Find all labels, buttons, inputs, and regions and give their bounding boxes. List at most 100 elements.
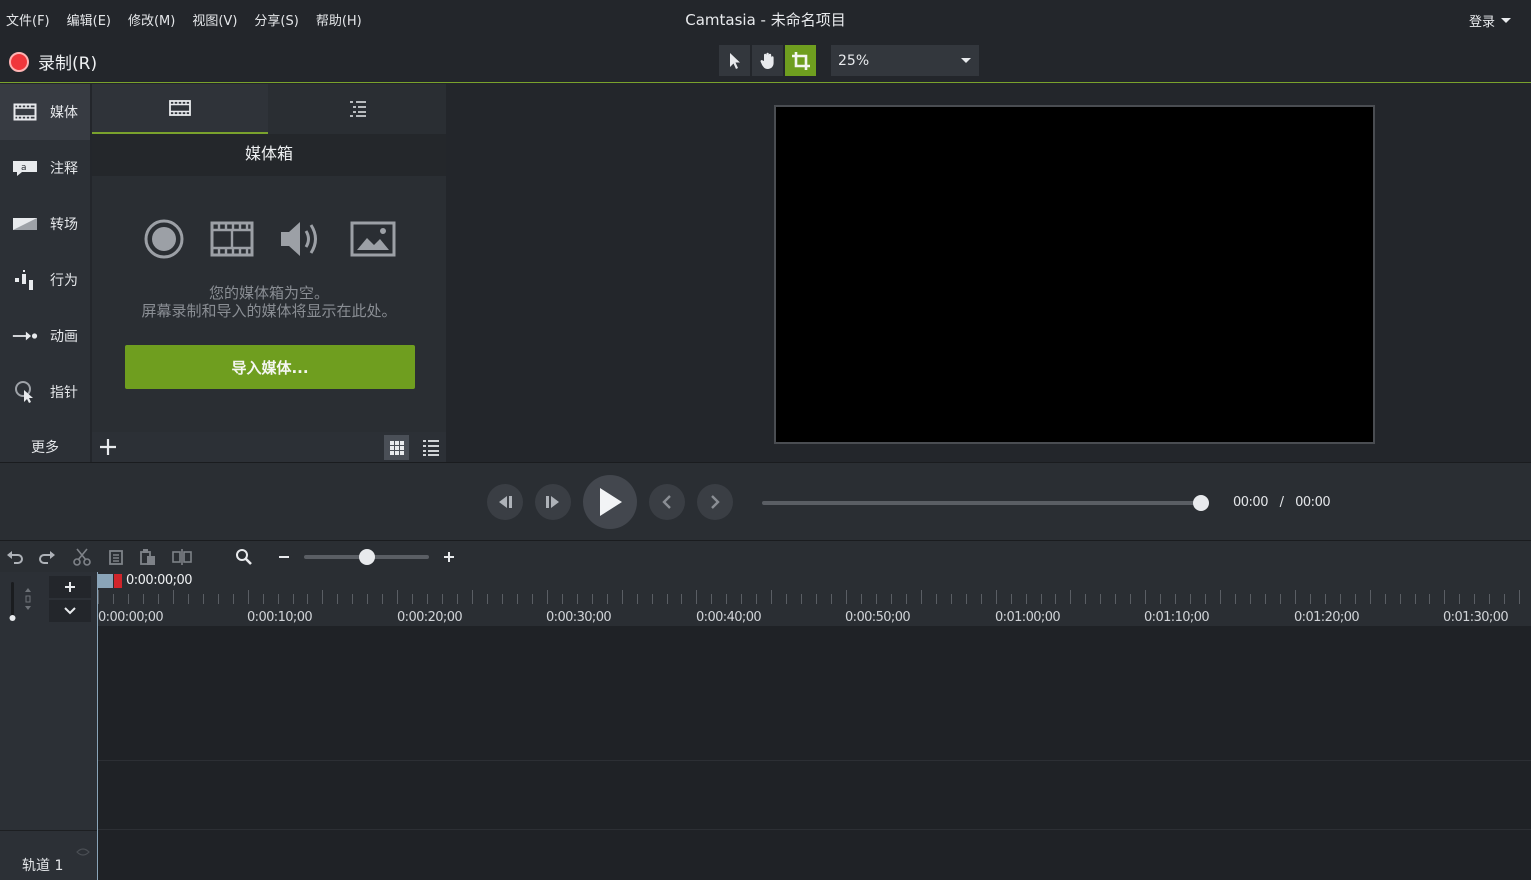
preview-canvas[interactable]	[774, 105, 1375, 444]
step-forward-button[interactable]	[535, 484, 571, 520]
pan-tool-button[interactable]	[752, 45, 783, 76]
list-tree-icon	[350, 101, 366, 117]
next-clip-button[interactable]	[697, 484, 733, 520]
ruler-tick	[756, 594, 758, 604]
ruler-tick	[561, 594, 563, 604]
step-forward-icon	[546, 496, 559, 508]
track-divider	[97, 760, 1531, 761]
ruler-tick	[546, 590, 548, 604]
cursor-effect-icon	[15, 381, 33, 403]
collapse-tracks-button[interactable]	[49, 600, 91, 622]
play-icon	[600, 488, 622, 516]
ruler-tick	[816, 594, 818, 604]
crop-tool-button[interactable]	[785, 45, 816, 76]
timeline-zoom-handle[interactable]	[359, 549, 375, 565]
zoom-in-button[interactable]	[437, 546, 461, 568]
ruler-label: 0:01:10;00	[1144, 610, 1210, 625]
ruler-tick	[1399, 594, 1401, 604]
select-arrow-icon	[729, 52, 740, 69]
menu-share[interactable]: 分享(S)	[254, 10, 298, 29]
track-1-header[interactable]: 轨道 1	[0, 830, 97, 880]
tab-transitions[interactable]: 转场	[0, 196, 90, 252]
tab-media-bin[interactable]	[92, 84, 268, 134]
add-track-button[interactable]	[49, 576, 91, 598]
copy-button[interactable]	[104, 546, 128, 568]
ruler-tick	[427, 594, 429, 604]
zoom-select[interactable]: 25%	[831, 45, 979, 76]
ruler-tick	[412, 594, 414, 604]
tab-library[interactable]	[270, 84, 446, 134]
zoom-fit-button[interactable]	[232, 546, 256, 568]
timeline-ruler[interactable]: 0:00:00;00 0:00:10;00 0:00:20;00 0:00:30…	[97, 572, 1531, 626]
redo-button[interactable]	[35, 546, 59, 568]
import-media-button[interactable]: 导入媒体...	[125, 345, 415, 389]
tab-behaviors[interactable]: 行为	[0, 252, 90, 308]
ruler-label: 0:00:30;00	[546, 610, 612, 625]
ruler-tick	[920, 590, 922, 604]
previous-clip-button[interactable]	[649, 484, 685, 520]
paste-button[interactable]	[136, 546, 160, 568]
playhead-handle[interactable]	[97, 574, 113, 588]
ruler-tick	[681, 594, 683, 604]
play-button[interactable]	[583, 475, 637, 529]
ruler-tick	[187, 594, 189, 604]
grid-view-button[interactable]	[384, 435, 409, 460]
split-button[interactable]	[170, 546, 194, 568]
ruler-tick	[1324, 594, 1326, 604]
time-separator: /	[1279, 495, 1284, 510]
more-tabs-button[interactable]: 更多	[0, 432, 90, 462]
film-icon	[169, 100, 191, 116]
ruler-tick	[696, 590, 698, 604]
menu-view[interactable]: 视图(V)	[192, 10, 237, 29]
step-back-button[interactable]	[487, 484, 523, 520]
ruler-tick	[277, 594, 279, 604]
menu-modify[interactable]: 修改(M)	[128, 10, 175, 29]
select-tool-button[interactable]	[719, 45, 750, 76]
svg-text:a: a	[21, 163, 27, 173]
ruler-tick	[591, 594, 593, 604]
ruler-tick	[1339, 594, 1341, 604]
ruler-tick	[980, 594, 982, 604]
tab-media[interactable]: 媒体	[0, 84, 90, 140]
scrubber-handle[interactable]	[1193, 495, 1209, 511]
minus-icon	[279, 556, 289, 558]
zoom-out-button[interactable]	[272, 546, 296, 568]
playback-scrubber[interactable]	[762, 501, 1202, 505]
undo-button[interactable]	[3, 546, 27, 568]
media-panel-tabs	[92, 84, 446, 134]
tab-cursor-effects[interactable]: 指针	[0, 364, 90, 420]
ruler-tick	[1190, 594, 1192, 604]
record-label: 录制(R)	[38, 54, 98, 74]
ruler-tick	[1384, 594, 1386, 604]
transition-icon	[13, 218, 37, 230]
record-dot-icon	[9, 51, 29, 72]
timeline-tracks[interactable]	[97, 626, 1531, 880]
playhead-line[interactable]	[97, 572, 98, 880]
tab-animations[interactable]: 动画	[0, 308, 90, 364]
ruler-tick	[1220, 590, 1221, 604]
menu-help[interactable]: 帮助(H)	[316, 10, 362, 29]
ruler-tick	[292, 594, 294, 604]
ruler-tick	[965, 594, 967, 604]
eye-icon[interactable]	[76, 847, 90, 857]
track-height-slider-icon[interactable]	[6, 580, 36, 622]
ruler-tick	[1235, 594, 1236, 604]
ruler-tick	[232, 594, 234, 604]
ruler-tick	[1145, 590, 1147, 604]
add-media-button[interactable]	[96, 435, 120, 459]
ruler-tick	[98, 590, 99, 604]
cut-button[interactable]	[70, 546, 94, 568]
plus-icon	[444, 552, 454, 562]
annotation-icon: a	[13, 161, 37, 176]
time-display: 00:00 / 00:00	[1233, 495, 1331, 510]
menu-edit[interactable]: 编辑(E)	[67, 10, 111, 29]
login-menu[interactable]: 登录	[1469, 11, 1511, 30]
tab-annotations[interactable]: a 注释	[0, 140, 90, 196]
image-icon	[350, 221, 396, 257]
undo-icon	[7, 551, 23, 564]
list-view-button[interactable]	[418, 435, 443, 460]
menu-file[interactable]: 文件(F)	[6, 10, 50, 29]
ruler-tick	[831, 594, 832, 604]
record-button[interactable]: 录制(R)	[9, 49, 97, 74]
media-type-icons	[92, 217, 446, 263]
